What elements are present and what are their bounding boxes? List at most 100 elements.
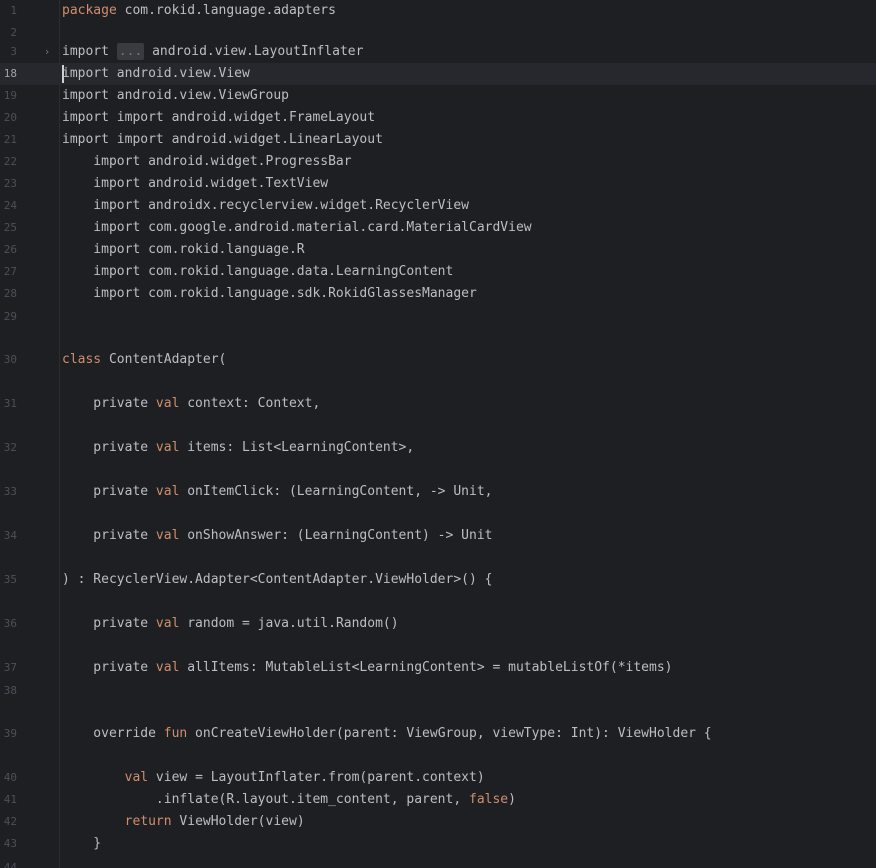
code-text[interactable]: ) : RecyclerView.Adapter<ContentAdapter.… bbox=[62, 569, 492, 591]
code-line[interactable]: 34 private val onShowAnswer: (LearningCo… bbox=[0, 525, 876, 547]
line-number[interactable]: 18 bbox=[0, 63, 17, 85]
code-line[interactable]: 19 import android.view.ViewGroup bbox=[0, 85, 876, 107]
line-number[interactable]: 32 bbox=[0, 437, 17, 459]
line-number[interactable]: 40 bbox=[0, 767, 17, 789]
line-number[interactable]: 35 bbox=[0, 569, 17, 591]
line-number[interactable]: 29 bbox=[0, 306, 17, 328]
line-number[interactable]: 39 bbox=[0, 723, 17, 745]
code-line[interactable]: 31 private val context: Context, bbox=[0, 393, 876, 415]
code-text[interactable]: import com.rokid.language.R bbox=[62, 239, 304, 261]
code-line[interactable]: 37 private val allItems: MutableList<Lea… bbox=[0, 657, 876, 679]
code-text[interactable]: import com.rokid.language.sdk.RokidGlass… bbox=[62, 283, 477, 305]
line-number[interactable]: 38 bbox=[0, 680, 17, 702]
folded-imports-placeholder[interactable]: ... bbox=[116, 43, 145, 60]
code-token: com.rokid.language.adapters bbox=[116, 3, 336, 18]
code-line[interactable]: 18 import android.view.View bbox=[0, 63, 876, 85]
code-line[interactable]: 32 private val items: List<LearningConte… bbox=[0, 437, 876, 459]
code-text[interactable]: .inflate(R.layout.item_content, parent, … bbox=[62, 789, 516, 811]
code-text[interactable]: class ContentAdapter( bbox=[62, 349, 226, 371]
keyword-token: val bbox=[155, 440, 180, 455]
line-number[interactable]: 19 bbox=[0, 85, 17, 107]
code-line[interactable]: 35 ) : RecyclerView.Adapter<ContentAdapte… bbox=[0, 569, 876, 591]
code-text[interactable]: private val items: List<LearningContent>… bbox=[62, 437, 414, 459]
code-line[interactable]: 40 val view = LayoutInflater.from(parent… bbox=[0, 767, 876, 789]
code-line[interactable]: 33 private val onItemClick: (LearningCon… bbox=[0, 481, 876, 503]
line-number[interactable]: 43 bbox=[0, 833, 17, 855]
code-editor[interactable]: 1 package com.rokid.language.adapters 2 3 › i… bbox=[0, 0, 876, 868]
line-number[interactable]: 42 bbox=[0, 811, 17, 833]
code-token: import android.view.ViewGroup bbox=[62, 88, 289, 103]
keyword-token: class bbox=[62, 352, 102, 367]
code-text[interactable]: return ViewHolder(view) bbox=[62, 811, 305, 833]
code-text[interactable]: import import android.widget.LinearLayou… bbox=[62, 129, 383, 151]
code-token: ContentAdapter( bbox=[101, 352, 227, 367]
code-token: import com.rokid.language.data.LearningC… bbox=[62, 264, 454, 279]
code-line[interactable]: 36 private val random = java.util.Random… bbox=[0, 613, 876, 635]
code-text[interactable]: private val onItemClick: (LearningConten… bbox=[62, 481, 492, 503]
code-line[interactable]: 27 import com.rokid.language.data.Learni… bbox=[0, 261, 876, 283]
code-token: ViewHolder(view) bbox=[171, 814, 305, 829]
line-number[interactable]: 28 bbox=[0, 283, 17, 305]
line-number[interactable]: 1 bbox=[0, 0, 17, 22]
keyword-token: val bbox=[124, 770, 149, 785]
code-text[interactable]: import com.google.android.material.card.… bbox=[62, 217, 531, 239]
line-number[interactable]: 21 bbox=[0, 129, 17, 151]
line-number[interactable]: 3 bbox=[0, 41, 17, 63]
code-line[interactable]: 42 return ViewHolder(view) bbox=[0, 811, 876, 833]
code-text[interactable]: private val allItems: MutableList<Learni… bbox=[62, 657, 672, 679]
keyword-token: val bbox=[155, 528, 180, 543]
code-line[interactable]: 26 import com.rokid.language.R bbox=[0, 239, 876, 261]
code-text[interactable]: import com.rokid.language.data.LearningC… bbox=[62, 261, 453, 283]
code-line[interactable]: 41 .inflate(R.layout.item_content, paren… bbox=[0, 789, 876, 811]
line-number[interactable]: 22 bbox=[0, 151, 17, 173]
code-token: private bbox=[62, 660, 156, 675]
code-text[interactable]: import android.view.View bbox=[62, 63, 250, 85]
code-token: import import android.widget.FrameLayout bbox=[62, 110, 376, 125]
code-line[interactable]: 21 import import android.widget.LinearLay… bbox=[0, 129, 876, 151]
code-line[interactable]: 3 › import ... android.view.LayoutInflater bbox=[0, 41, 876, 63]
code-text[interactable]: override fun onCreateViewHolder(parent: … bbox=[62, 723, 711, 745]
code-text[interactable]: import ... android.view.LayoutInflater bbox=[62, 41, 363, 63]
code-text[interactable]: } bbox=[62, 833, 101, 855]
line-number[interactable]: 30 bbox=[0, 349, 17, 371]
code-text[interactable]: import android.widget.TextView bbox=[62, 173, 328, 195]
line-number[interactable]: 31 bbox=[0, 393, 17, 415]
code-text[interactable]: private val context: Context, bbox=[62, 393, 320, 415]
line-number[interactable]: 20 bbox=[0, 107, 17, 129]
code-line[interactable]: 20 import import android.widget.FrameLayo… bbox=[0, 107, 876, 129]
code-text[interactable]: import androidx.recyclerview.widget.Recy… bbox=[62, 195, 469, 217]
code-text[interactable]: package com.rokid.language.adapters bbox=[62, 0, 336, 22]
line-number[interactable]: 44 bbox=[0, 857, 17, 868]
line-number[interactable]: 37 bbox=[0, 657, 17, 679]
line-number[interactable]: 33 bbox=[0, 481, 17, 503]
code-line[interactable]: 24 import androidx.recyclerview.widget.R… bbox=[0, 195, 876, 217]
code-line[interactable]: 29 bbox=[0, 306, 876, 328]
code-line[interactable]: 43 } bbox=[0, 833, 876, 855]
code-line[interactable]: 30 class ContentAdapter( bbox=[0, 349, 876, 371]
line-number[interactable]: 34 bbox=[0, 525, 17, 547]
line-number[interactable]: 36 bbox=[0, 613, 17, 635]
chevron-right-icon[interactable]: › bbox=[41, 41, 53, 63]
line-number[interactable]: 41 bbox=[0, 789, 17, 811]
code-text[interactable]: val view = LayoutInflater.from(parent.co… bbox=[62, 767, 485, 789]
line-number[interactable]: 25 bbox=[0, 217, 17, 239]
line-number[interactable]: 24 bbox=[0, 195, 17, 217]
code-line[interactable]: 25 import com.google.android.material.ca… bbox=[0, 217, 876, 239]
line-number[interactable]: 23 bbox=[0, 173, 17, 195]
code-line[interactable]: 39 override fun onCreateViewHolder(paren… bbox=[0, 723, 876, 745]
code-line[interactable]: 1 package com.rokid.language.adapters bbox=[0, 0, 876, 22]
code-token: context: Context, bbox=[179, 396, 321, 411]
line-number[interactable]: 26 bbox=[0, 239, 17, 261]
code-line[interactable]: 22 import android.widget.ProgressBar bbox=[0, 151, 876, 173]
code-text[interactable]: import android.view.ViewGroup bbox=[62, 85, 289, 107]
code-text[interactable]: private val onShowAnswer: (LearningConte… bbox=[62, 525, 492, 547]
code-text[interactable]: import android.widget.ProgressBar bbox=[62, 151, 351, 173]
code-line[interactable]: 38 bbox=[0, 680, 876, 702]
code-text[interactable]: private val random = java.util.Random() bbox=[62, 613, 398, 635]
code-line[interactable]: 28 import com.rokid.language.sdk.RokidGl… bbox=[0, 283, 876, 305]
code-line[interactable]: 23 import android.widget.TextView bbox=[0, 173, 876, 195]
code-text[interactable]: import import android.widget.FrameLayout bbox=[62, 107, 375, 129]
code-line[interactable]: 44 bbox=[0, 857, 876, 868]
line-number[interactable]: 27 bbox=[0, 261, 17, 283]
